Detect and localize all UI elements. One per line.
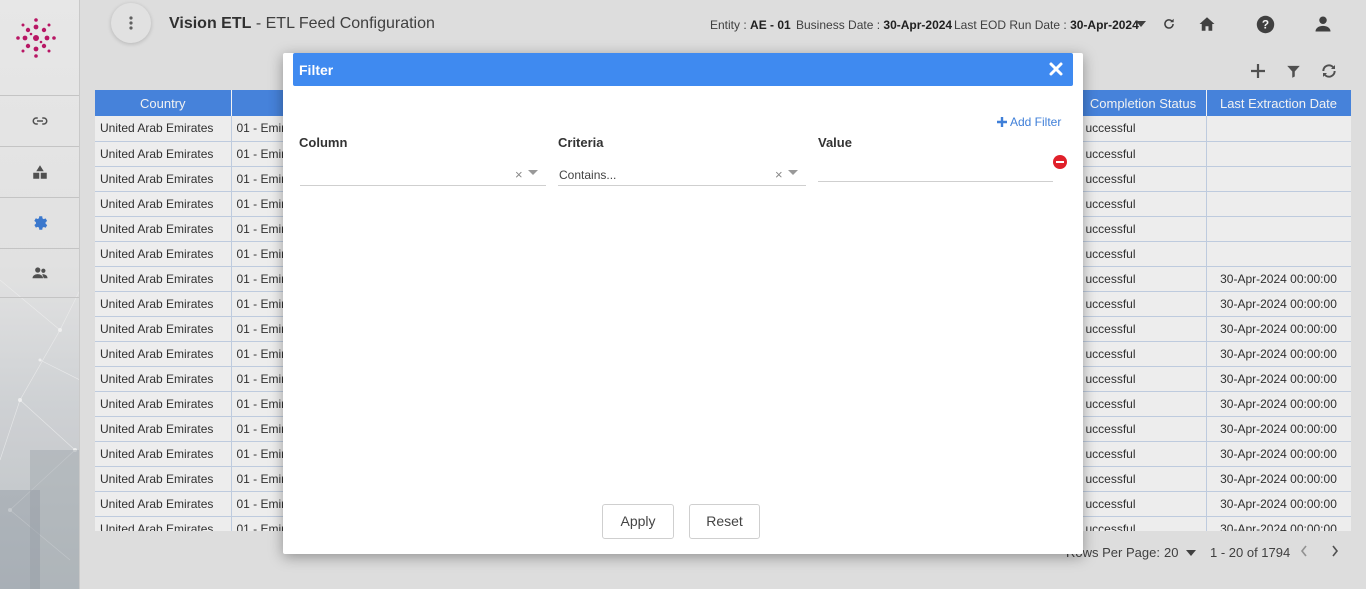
filter-dialog-header: Filter — [293, 53, 1073, 86]
apply-button[interactable]: Apply — [602, 504, 674, 539]
value-input[interactable] — [818, 157, 1053, 182]
clear-icon[interactable]: × — [515, 167, 523, 182]
add-filter-label: Add Filter — [1010, 115, 1062, 129]
filter-dialog: Filter Add Filter Column Criteria Value … — [283, 53, 1083, 554]
chevron-down-icon[interactable] — [788, 170, 798, 175]
criteria-select-value: Contains... — [559, 168, 617, 182]
criteria-label: Criteria — [558, 135, 604, 150]
clear-icon[interactable]: × — [775, 167, 783, 182]
plus-icon — [997, 117, 1007, 127]
close-icon[interactable] — [1048, 61, 1064, 77]
add-filter-link[interactable]: Add Filter — [997, 115, 1061, 129]
filter-dialog-title: Filter — [299, 62, 334, 78]
remove-filter-icon[interactable] — [1053, 155, 1067, 169]
value-label: Value — [818, 135, 852, 150]
reset-button[interactable]: Reset — [689, 504, 760, 539]
criteria-select[interactable]: Contains... × — [558, 161, 806, 186]
column-select[interactable]: × — [300, 161, 546, 186]
chevron-down-icon[interactable] — [528, 170, 538, 175]
column-label: Column — [299, 135, 348, 150]
